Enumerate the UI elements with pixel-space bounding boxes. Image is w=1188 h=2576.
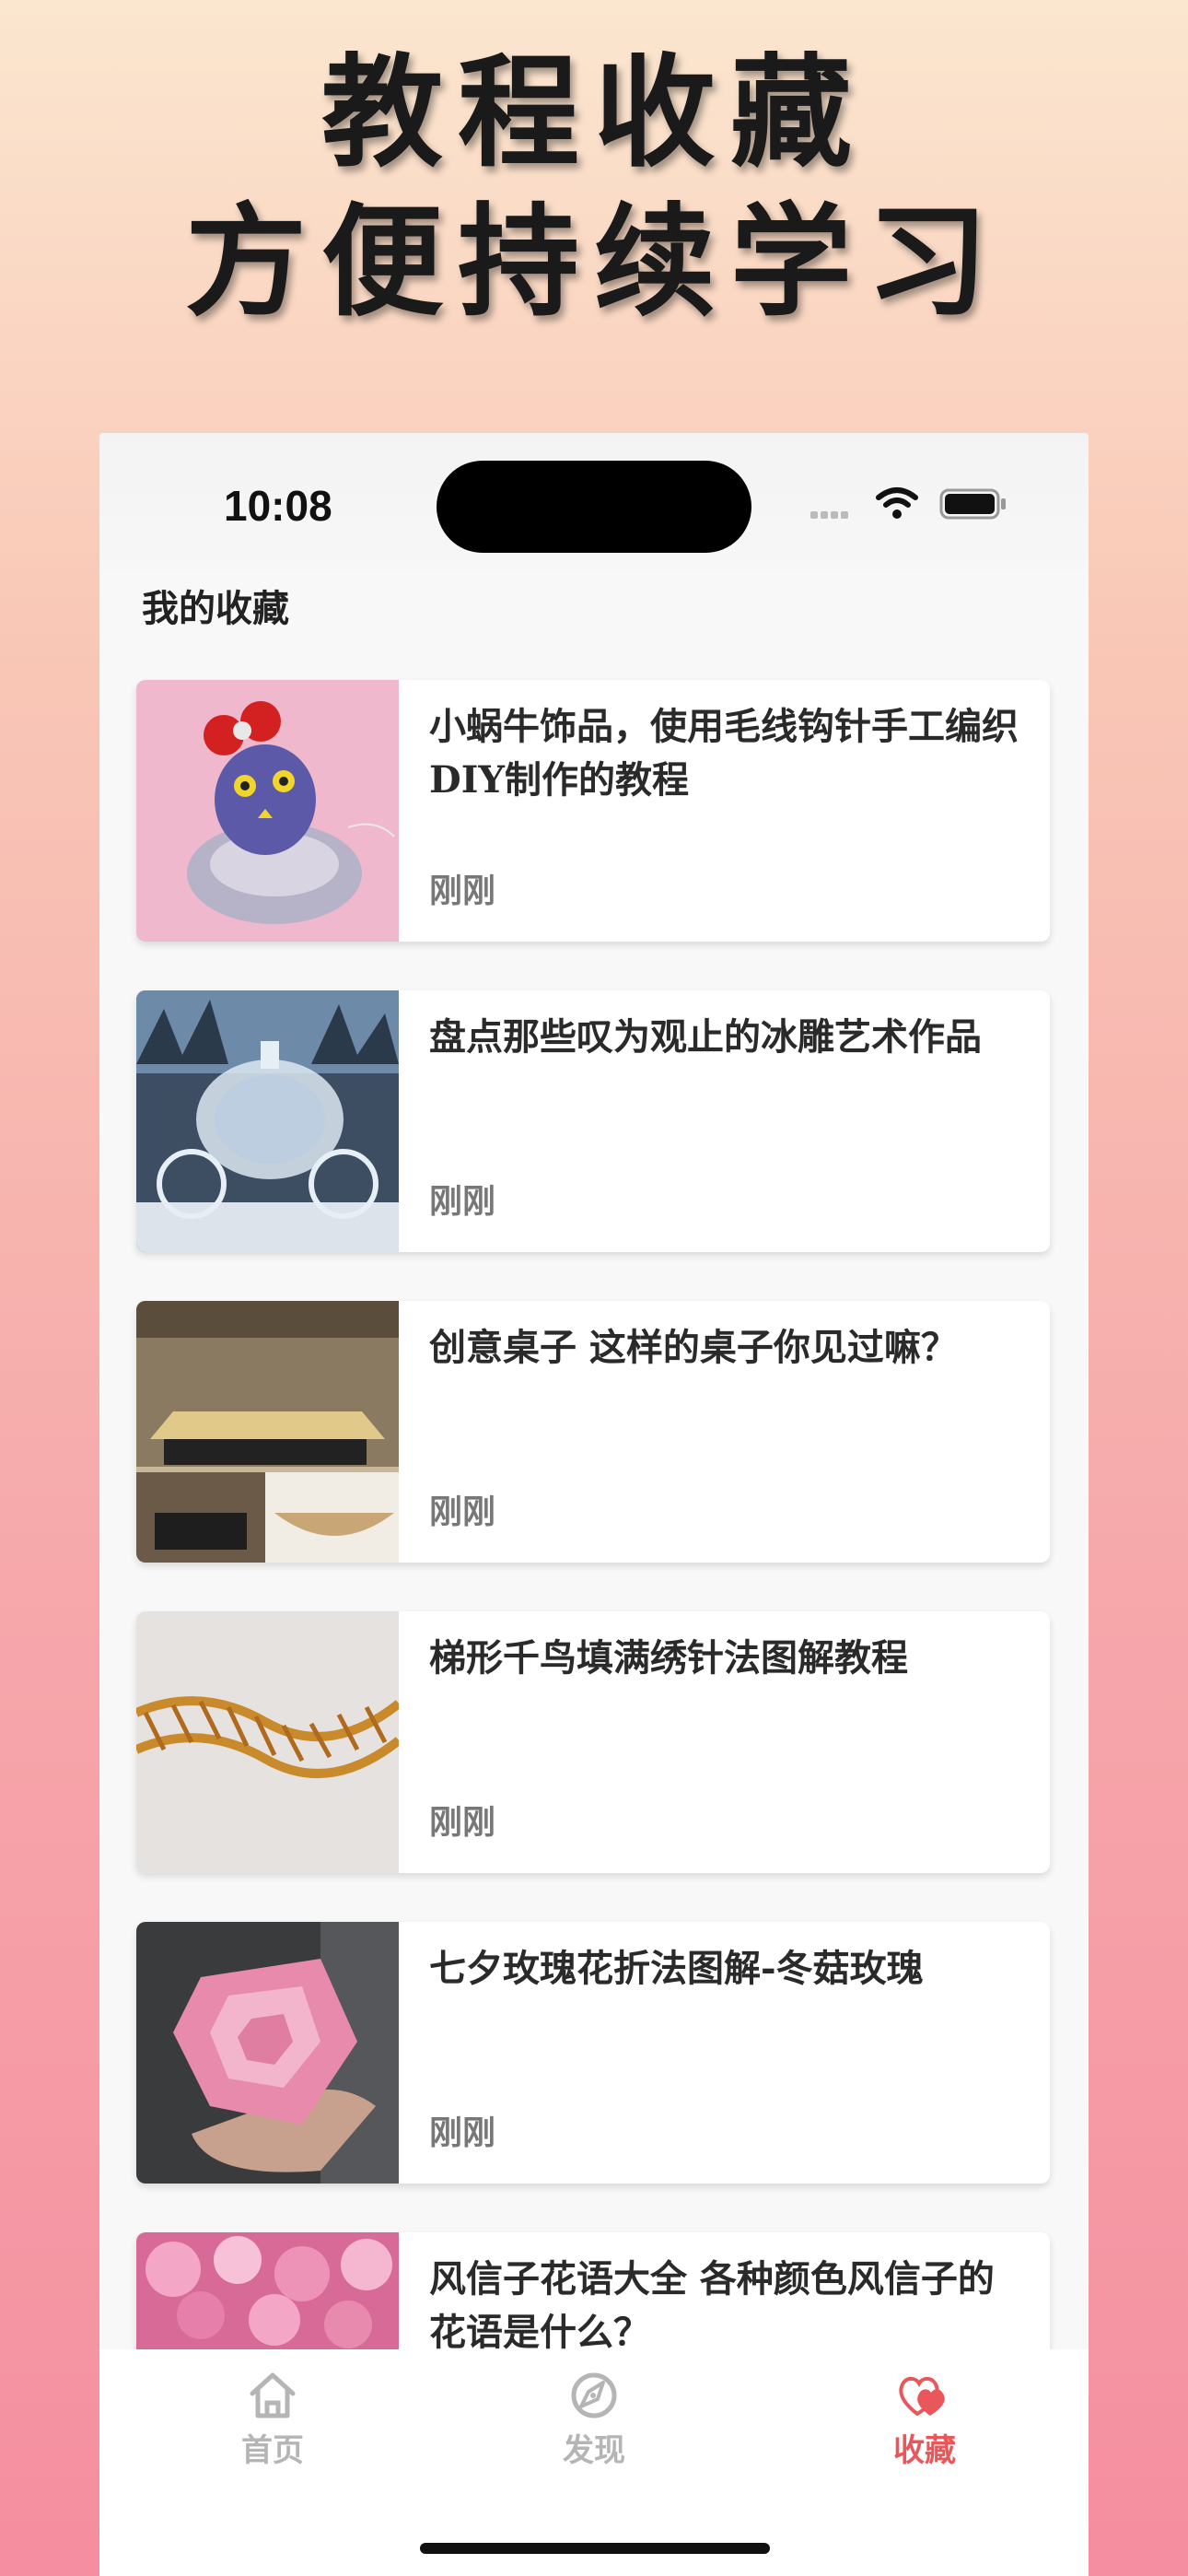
heart-icon [899, 2376, 945, 2417]
favorites-list: 小蜗牛饰品，使用毛线钩针手工编织DIY制作的教程 刚刚 盘点那些叹为观止的冰雕艺… [136, 680, 1050, 2543]
favorite-time: 刚刚 [429, 872, 496, 910]
tab-home[interactable]: 首页 [181, 2370, 365, 2470]
status-bar: 10:08 [99, 433, 1089, 571]
favorite-title: 小蜗牛饰品，使用毛线钩针手工编织DIY制作的教程 [429, 705, 1019, 802]
thumbnail-crochet-snail [136, 680, 399, 942]
thumbnail-creative-table [136, 1301, 399, 1563]
tab-bar: 首页 发现 收藏 [99, 2349, 1089, 2576]
page-title: 我的收藏 [142, 587, 289, 630]
favorite-card[interactable]: 梯形千鸟填满绣针法图解教程 刚刚 [136, 1611, 1050, 1873]
dynamic-island [437, 461, 751, 553]
favorite-card[interactable]: 创意桌子 这样的桌子你见过嘛？ 刚刚 [136, 1301, 1050, 1563]
tab-favorites[interactable]: 收藏 [833, 2370, 1017, 2470]
promo-headline-line2: 方便持续学习 [185, 191, 1003, 334]
battery-icon [939, 488, 1006, 520]
cellular-signal-icon [810, 505, 858, 519]
tab-favorites-label: 收藏 [893, 2432, 956, 2469]
favorite-title: 创意桌子 这样的桌子你见过嘛？ [429, 1326, 958, 1369]
phone-screen: 10:08 我的收藏 小蜗牛饰品，使用毛线钩针手工编织DIY制作的教程 刚刚 盘… [99, 433, 1089, 2576]
wifi-icon [876, 487, 918, 519]
favorite-title: 七夕玫瑰花折法图解-冬菇玫瑰 [429, 1947, 924, 1990]
favorite-title: 风信子花语大全 各种颜色风信子的花语是什么？ [429, 2257, 995, 2354]
thumbnail-ice-carriage [136, 990, 399, 1252]
favorite-time: 刚刚 [429, 1182, 496, 1221]
home-indicator [420, 2543, 770, 2554]
favorite-title: 盘点那些叹为观止的冰雕艺术作品 [429, 1015, 982, 1059]
favorite-time: 刚刚 [429, 1803, 496, 1842]
favorite-time: 刚刚 [429, 1493, 496, 1531]
favorite-time: 刚刚 [429, 2113, 496, 2152]
favorite-card[interactable]: 盘点那些叹为观止的冰雕艺术作品 刚刚 [136, 990, 1050, 1252]
tab-discover-label: 发现 [563, 2432, 625, 2469]
compass-icon [571, 2372, 617, 2418]
favorite-title: 梯形千鸟填满绣针法图解教程 [429, 1636, 908, 1680]
thumbnail-origami-rose [136, 1922, 399, 2184]
promo-headline-line1: 教程收藏 [321, 41, 867, 184]
status-time: 10:08 [224, 482, 332, 530]
home-icon [250, 2372, 296, 2418]
thumbnail-embroidery-stitch [136, 1611, 399, 1873]
favorite-card[interactable]: 小蜗牛饰品，使用毛线钩针手工编织DIY制作的教程 刚刚 [136, 680, 1050, 942]
tab-home-label: 首页 [241, 2432, 304, 2469]
favorite-card[interactable]: 七夕玫瑰花折法图解-冬菇玫瑰 刚刚 [136, 1922, 1050, 2184]
tab-discover[interactable]: 发现 [502, 2370, 686, 2470]
